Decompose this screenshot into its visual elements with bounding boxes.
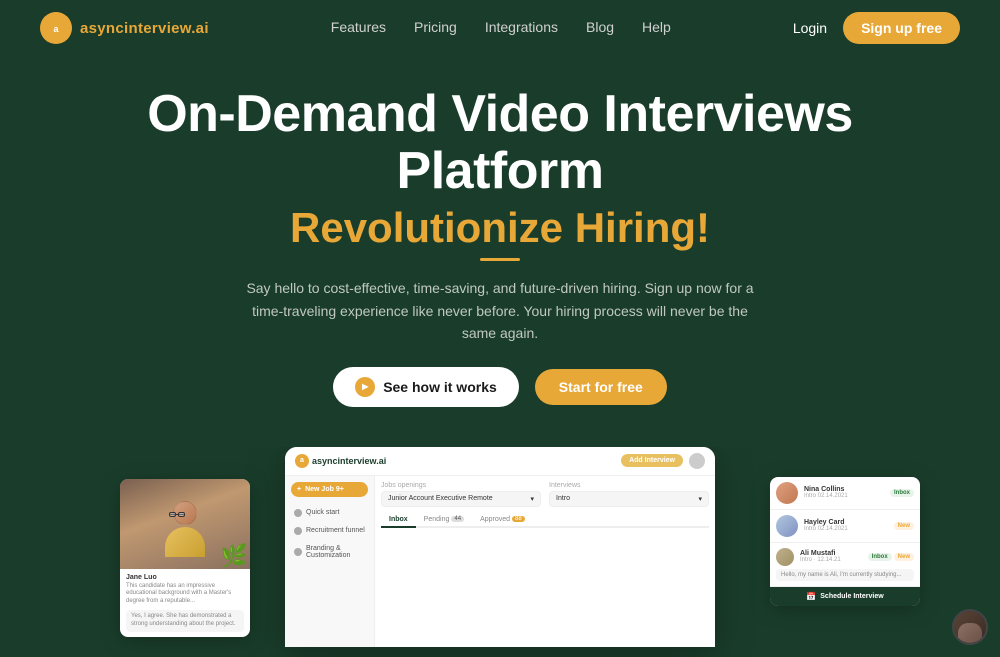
dashboard-body: + New Job 9+ Quick start Recruitment fun… [285,476,715,647]
candidate-left-info: Jane Luo This candidate has an impressiv… [120,569,250,637]
status-badge-3a: Inbox [868,553,892,561]
interview-col: Interviews Intro ▾ [549,482,709,507]
interview-select[interactable]: Intro ▾ [549,491,709,507]
dashboard-header: a asyncinterview.ai Add Interview [285,447,715,476]
navbar: a asyncinterview.ai Features Pricing Int… [0,0,1000,56]
tab-approved[interactable]: Approved 88 [472,513,533,526]
candidate-list-card: Nina Collins Intro 02.14.2021 Inbox Hayl… [770,477,920,606]
dashboard-logo-icon: a [295,454,309,468]
job-opening-col: Jobs openings Junior Account Executive R… [381,482,541,507]
sidebar-item-branding[interactable]: Branding & Customization [291,541,368,563]
candidate-name-3: Ali Mustafi [800,550,862,557]
candidate-row-2: Hayley Card Intro 02.14.2021 New [770,510,920,543]
funnel-icon [294,527,302,535]
nav-help[interactable]: Help [642,19,671,35]
sidebar-item-funnel[interactable]: Recruitment funnel [291,523,368,539]
hero-subtitle: Revolutionize Hiring! [20,204,980,252]
add-interview-button[interactable]: Add Interview [621,454,683,467]
nav-features[interactable]: Features [331,19,386,35]
branding-icon [294,548,302,556]
status-badge-1: Inbox [890,489,914,497]
logo[interactable]: a asyncinterview.ai [40,12,209,44]
candidate-name-2: Hayley Card [804,519,888,526]
status-badge-3b: New [894,553,914,561]
calendar-icon: 📅 [806,592,816,601]
bottom-avatar [952,609,988,645]
quickstart-icon [294,509,302,517]
logo-text: asyncinterview.ai [80,20,209,37]
candidate-row-info-1: Nina Collins Intro 02.14.2021 [804,486,884,499]
candidate-avatar-2 [776,515,798,537]
dashboard-user-avatar[interactable] [689,453,705,469]
candidate-row-1: Nina Collins Intro 02.14.2021 Inbox [770,477,920,510]
dashboard-main-content: Jobs openings Junior Account Executive R… [375,476,715,647]
candidate-row-info-3: Ali Mustafi Intro · 12.14.21 [800,550,862,563]
tab-pending[interactable]: Pending 44 [416,513,472,526]
tabs-bar: Inbox Pending 44 Approved 88 [381,513,709,528]
candidate-avatar-1 [776,482,798,504]
nav-pricing[interactable]: Pricing [414,19,457,35]
interview-label: Interviews [549,482,709,489]
candidate-detail-2: Intro 02.14.2021 [804,526,888,532]
nav-actions: Login Sign up free [793,12,960,44]
approved-badge: 88 [512,516,525,522]
candidate-detail-3: Intro · 12.14.21 [800,557,862,563]
pending-badge: 44 [451,516,464,522]
hero-description: Say hello to cost-effective, time-saving… [240,277,760,344]
candidate-row-3: Ali Mustafi Intro · 12.14.21 Inbox New H… [770,543,920,587]
dashboard-logo: a asyncinterview.ai [295,454,386,468]
status-badge-2: New [894,522,914,530]
hero-buttons: ▶ See how it works Start for free [20,367,980,407]
candidate-row-info-2: Hayley Card Intro 02.14.2021 [804,519,888,532]
candidate-video-area: 🌿 13:20 Recording [120,479,250,569]
dashboard-header-right: Add Interview [621,453,705,469]
candidate-badges-3: Inbox New [868,553,914,561]
new-job-button[interactable]: + New Job 9+ [291,482,368,497]
play-icon: ▶ [355,377,375,397]
dashboard-sidebar: + New Job 9+ Quick start Recruitment fun… [285,476,375,647]
candidate-name-1: Nina Collins [804,486,884,493]
candidate-detail-1: Intro 02.14.2021 [804,493,884,499]
start-free-button[interactable]: Start for free [535,369,667,405]
login-button[interactable]: Login [793,20,827,36]
signup-button[interactable]: Sign up free [843,12,960,44]
candidate-left-name: Jane Luo [126,574,244,581]
nav-integrations[interactable]: Integrations [485,19,558,35]
hero-divider [480,258,520,261]
main-dashboard: a asyncinterview.ai Add Interview + New … [285,447,715,647]
content-selectors: Jobs openings Junior Account Executive R… [381,482,709,507]
nav-links: Features Pricing Integrations Blog Help [331,19,671,37]
job-opening-label: Jobs openings [381,482,541,489]
schedule-interview-button[interactable]: 📅 Schedule Interview [770,587,920,606]
candidate-left-desc: This candidate has an impressive educati… [126,583,244,606]
see-how-button[interactable]: ▶ See how it works [333,367,519,407]
candidate-left-note: Yes, I agree. She has demonstrated a str… [131,613,239,629]
job-opening-select[interactable]: Junior Account Executive Remote ▾ [381,491,541,507]
hero-section: On-Demand Video Interviews Platform Revo… [0,56,1000,447]
hero-title: On-Demand Video Interviews Platform [20,86,980,200]
dashboard-preview: a asyncinterview.ai Add Interview + New … [0,447,1000,657]
tab-inbox[interactable]: Inbox [381,513,416,528]
sidebar-item-quickstart[interactable]: Quick start [291,505,368,521]
logo-icon: a [40,12,72,44]
candidate-note-3: Hello, my name is Ali, I'm currently stu… [776,569,914,581]
nav-blog[interactable]: Blog [586,19,614,35]
candidate-video-card: 🌿 13:20 Recording Jane Luo This candidat… [120,479,250,637]
